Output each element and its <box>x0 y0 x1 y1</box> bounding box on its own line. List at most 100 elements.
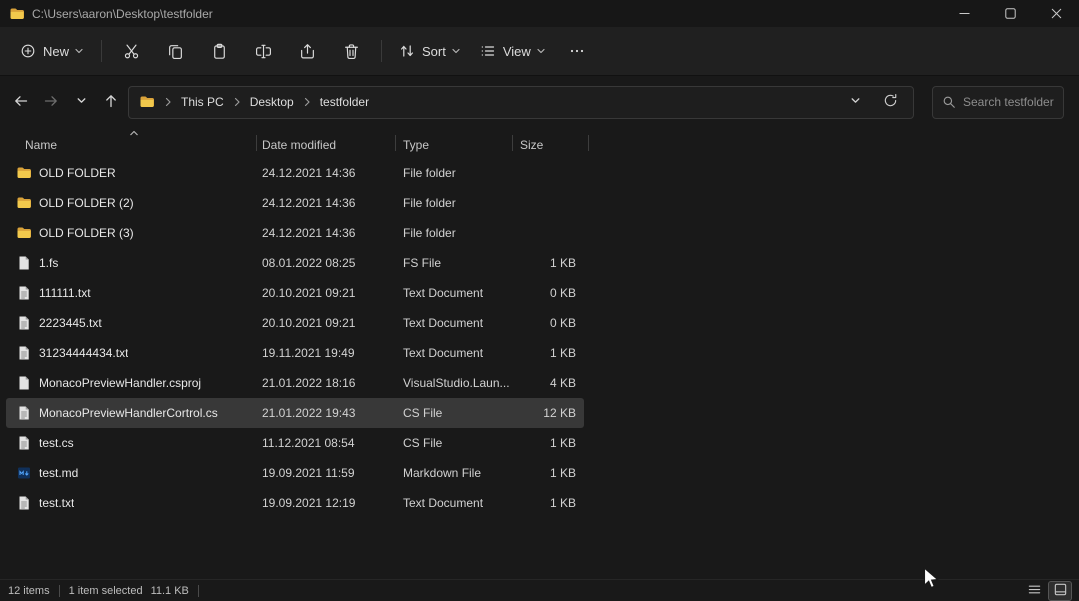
file-name-cell: OLD FOLDER <box>6 165 262 181</box>
file-name: test.md <box>39 466 79 480</box>
items-count: 12 items <box>8 584 50 597</box>
file-icon <box>16 375 32 391</box>
file-size: 1 KB <box>549 496 576 510</box>
refresh-button[interactable] <box>877 87 903 118</box>
sort-icon <box>399 43 415 59</box>
refresh-icon <box>883 93 898 111</box>
view-button[interactable]: View <box>471 33 555 69</box>
column-headers: Name Date modified Type Size <box>0 129 594 157</box>
file-name: OLD FOLDER <box>39 166 116 180</box>
file-date-modified: 08.01.2022 08:25 <box>262 256 356 270</box>
search-input[interactable] <box>963 95 1054 109</box>
file-name: test.cs <box>39 436 74 450</box>
file-size: 4 KB <box>549 376 576 390</box>
file-type: File folder <box>403 196 456 210</box>
file-lines-icon <box>16 345 32 361</box>
sort-ascending-icon <box>129 130 139 136</box>
toolbar-divider <box>381 40 383 62</box>
share-button[interactable] <box>286 33 329 69</box>
file-row[interactable]: OLD FOLDER (3) 24.12.2021 14:36 File folde… <box>6 218 584 248</box>
file-row[interactable]: test.txt 19.09.2021 12:19 Text Document 1 K… <box>6 488 584 518</box>
forward-button[interactable] <box>36 86 66 118</box>
sort-button[interactable]: Sort <box>390 33 470 69</box>
file-row[interactable]: 111111.txt 20.10.2021 09:21 Text Document 0… <box>6 278 584 308</box>
file-row[interactable]: 31234444434.txt 19.11.2021 19:49 Text Docu… <box>6 338 584 368</box>
file-size: 0 KB <box>549 316 576 330</box>
recent-locations-button[interactable] <box>66 86 96 118</box>
large-icons-view-button[interactable] <box>1048 580 1072 601</box>
search-box[interactable] <box>932 85 1064 119</box>
folder-icon <box>16 165 32 181</box>
column-divider[interactable] <box>395 135 396 151</box>
new-button-label: New <box>43 43 70 59</box>
window-title: C:\Users\aaron\Desktop\testfolder <box>32 6 213 21</box>
column-header-name[interactable]: Name <box>25 138 57 152</box>
file-date-modified: 21.01.2022 18:16 <box>262 376 356 390</box>
paste-button[interactable] <box>198 33 241 69</box>
breadcrumb-testfolder[interactable]: testfolder <box>320 95 369 109</box>
file-name-cell: 111111.txt <box>6 285 262 301</box>
chevron-down-icon <box>76 95 87 109</box>
file-name: OLD FOLDER (3) <box>39 226 134 240</box>
file-name: 31234444434.txt <box>39 346 129 360</box>
file-date-modified: 21.01.2022 19:43 <box>262 406 356 420</box>
file-size: 0 KB <box>549 286 576 300</box>
close-button[interactable] <box>1033 0 1079 27</box>
file-row[interactable]: 2223445.txt 20.10.2021 09:21 Text Document… <box>6 308 584 338</box>
more-options-button[interactable] <box>556 33 599 69</box>
file-lines-icon <box>16 315 32 331</box>
file-icon <box>16 255 32 271</box>
copy-button[interactable] <box>154 33 197 69</box>
column-divider[interactable] <box>256 135 257 151</box>
breadcrumb-separator[interactable] <box>303 97 311 107</box>
title-bar: C:\Users\aaron\Desktop\testfolder <box>0 0 1079 27</box>
breadcrumb-desktop[interactable]: Desktop <box>250 95 294 109</box>
file-name-cell: MonacoPreviewHandler.csproj <box>6 375 262 391</box>
chevron-down-icon <box>850 95 861 109</box>
file-type: CS File <box>403 436 443 450</box>
file-row[interactable]: MonacoPreviewHandler.csproj 21.01.2022 18… <box>6 368 584 398</box>
file-row[interactable]: test.cs 11.12.2021 08:54 CS File 1 KB <box>6 428 584 458</box>
command-bar: New Sort View <box>0 27 1079 76</box>
status-divider <box>197 584 199 597</box>
maximize-button[interactable] <box>987 0 1033 27</box>
back-button[interactable] <box>6 86 36 118</box>
file-row[interactable]: OLD FOLDER 24.12.2021 14:36 File folder <box>6 158 584 188</box>
breadcrumb-separator[interactable] <box>164 97 172 107</box>
column-header-size[interactable]: Size <box>520 138 543 152</box>
new-button[interactable]: New <box>11 33 93 69</box>
file-lines-icon <box>16 495 32 511</box>
details-view-button[interactable] <box>1023 582 1045 600</box>
file-row[interactable]: test.md 19.09.2021 11:59 Markdown File 1 KB <box>6 458 584 488</box>
cut-button[interactable] <box>110 33 153 69</box>
address-bar[interactable]: This PC Desktop testfolder <box>128 85 914 119</box>
file-name: MonacoPreviewHandler.csproj <box>39 376 202 390</box>
rename-button[interactable] <box>242 33 285 69</box>
column-divider[interactable] <box>588 135 589 151</box>
column-header-type[interactable]: Type <box>403 138 429 152</box>
breadcrumb-this-pc[interactable]: This PC <box>181 95 224 109</box>
column-divider[interactable] <box>512 135 513 151</box>
folder-icon <box>139 94 155 110</box>
copy-icon <box>167 43 184 60</box>
file-row[interactable]: OLD FOLDER (2) 24.12.2021 14:36 File folde… <box>6 188 584 218</box>
file-type: Text Document <box>403 286 484 300</box>
breadcrumb-separator[interactable] <box>233 97 241 107</box>
plus-circle-icon <box>20 43 36 59</box>
share-icon <box>299 43 316 60</box>
file-size: 1 KB <box>549 256 576 270</box>
minimize-button[interactable] <box>941 0 987 27</box>
file-type: File folder <box>403 166 456 180</box>
column-header-date-modified[interactable]: Date modified <box>262 138 336 152</box>
file-row[interactable]: 1.fs 08.01.2022 08:25 FS File 1 KB <box>6 248 584 278</box>
file-type: File folder <box>403 226 456 240</box>
up-button[interactable] <box>96 86 126 118</box>
view-list-icon <box>480 43 496 59</box>
ellipsis-icon <box>569 43 585 59</box>
file-name-cell: 31234444434.txt <box>6 345 262 361</box>
address-dropdown-button[interactable] <box>842 87 868 118</box>
file-name-cell: 2223445.txt <box>6 315 262 331</box>
file-date-modified: 24.12.2021 14:36 <box>262 226 356 240</box>
file-row-selected[interactable]: MonacoPreviewHandlerCortrol.cs 21.01.2022… <box>6 398 584 428</box>
delete-button[interactable] <box>330 33 373 69</box>
